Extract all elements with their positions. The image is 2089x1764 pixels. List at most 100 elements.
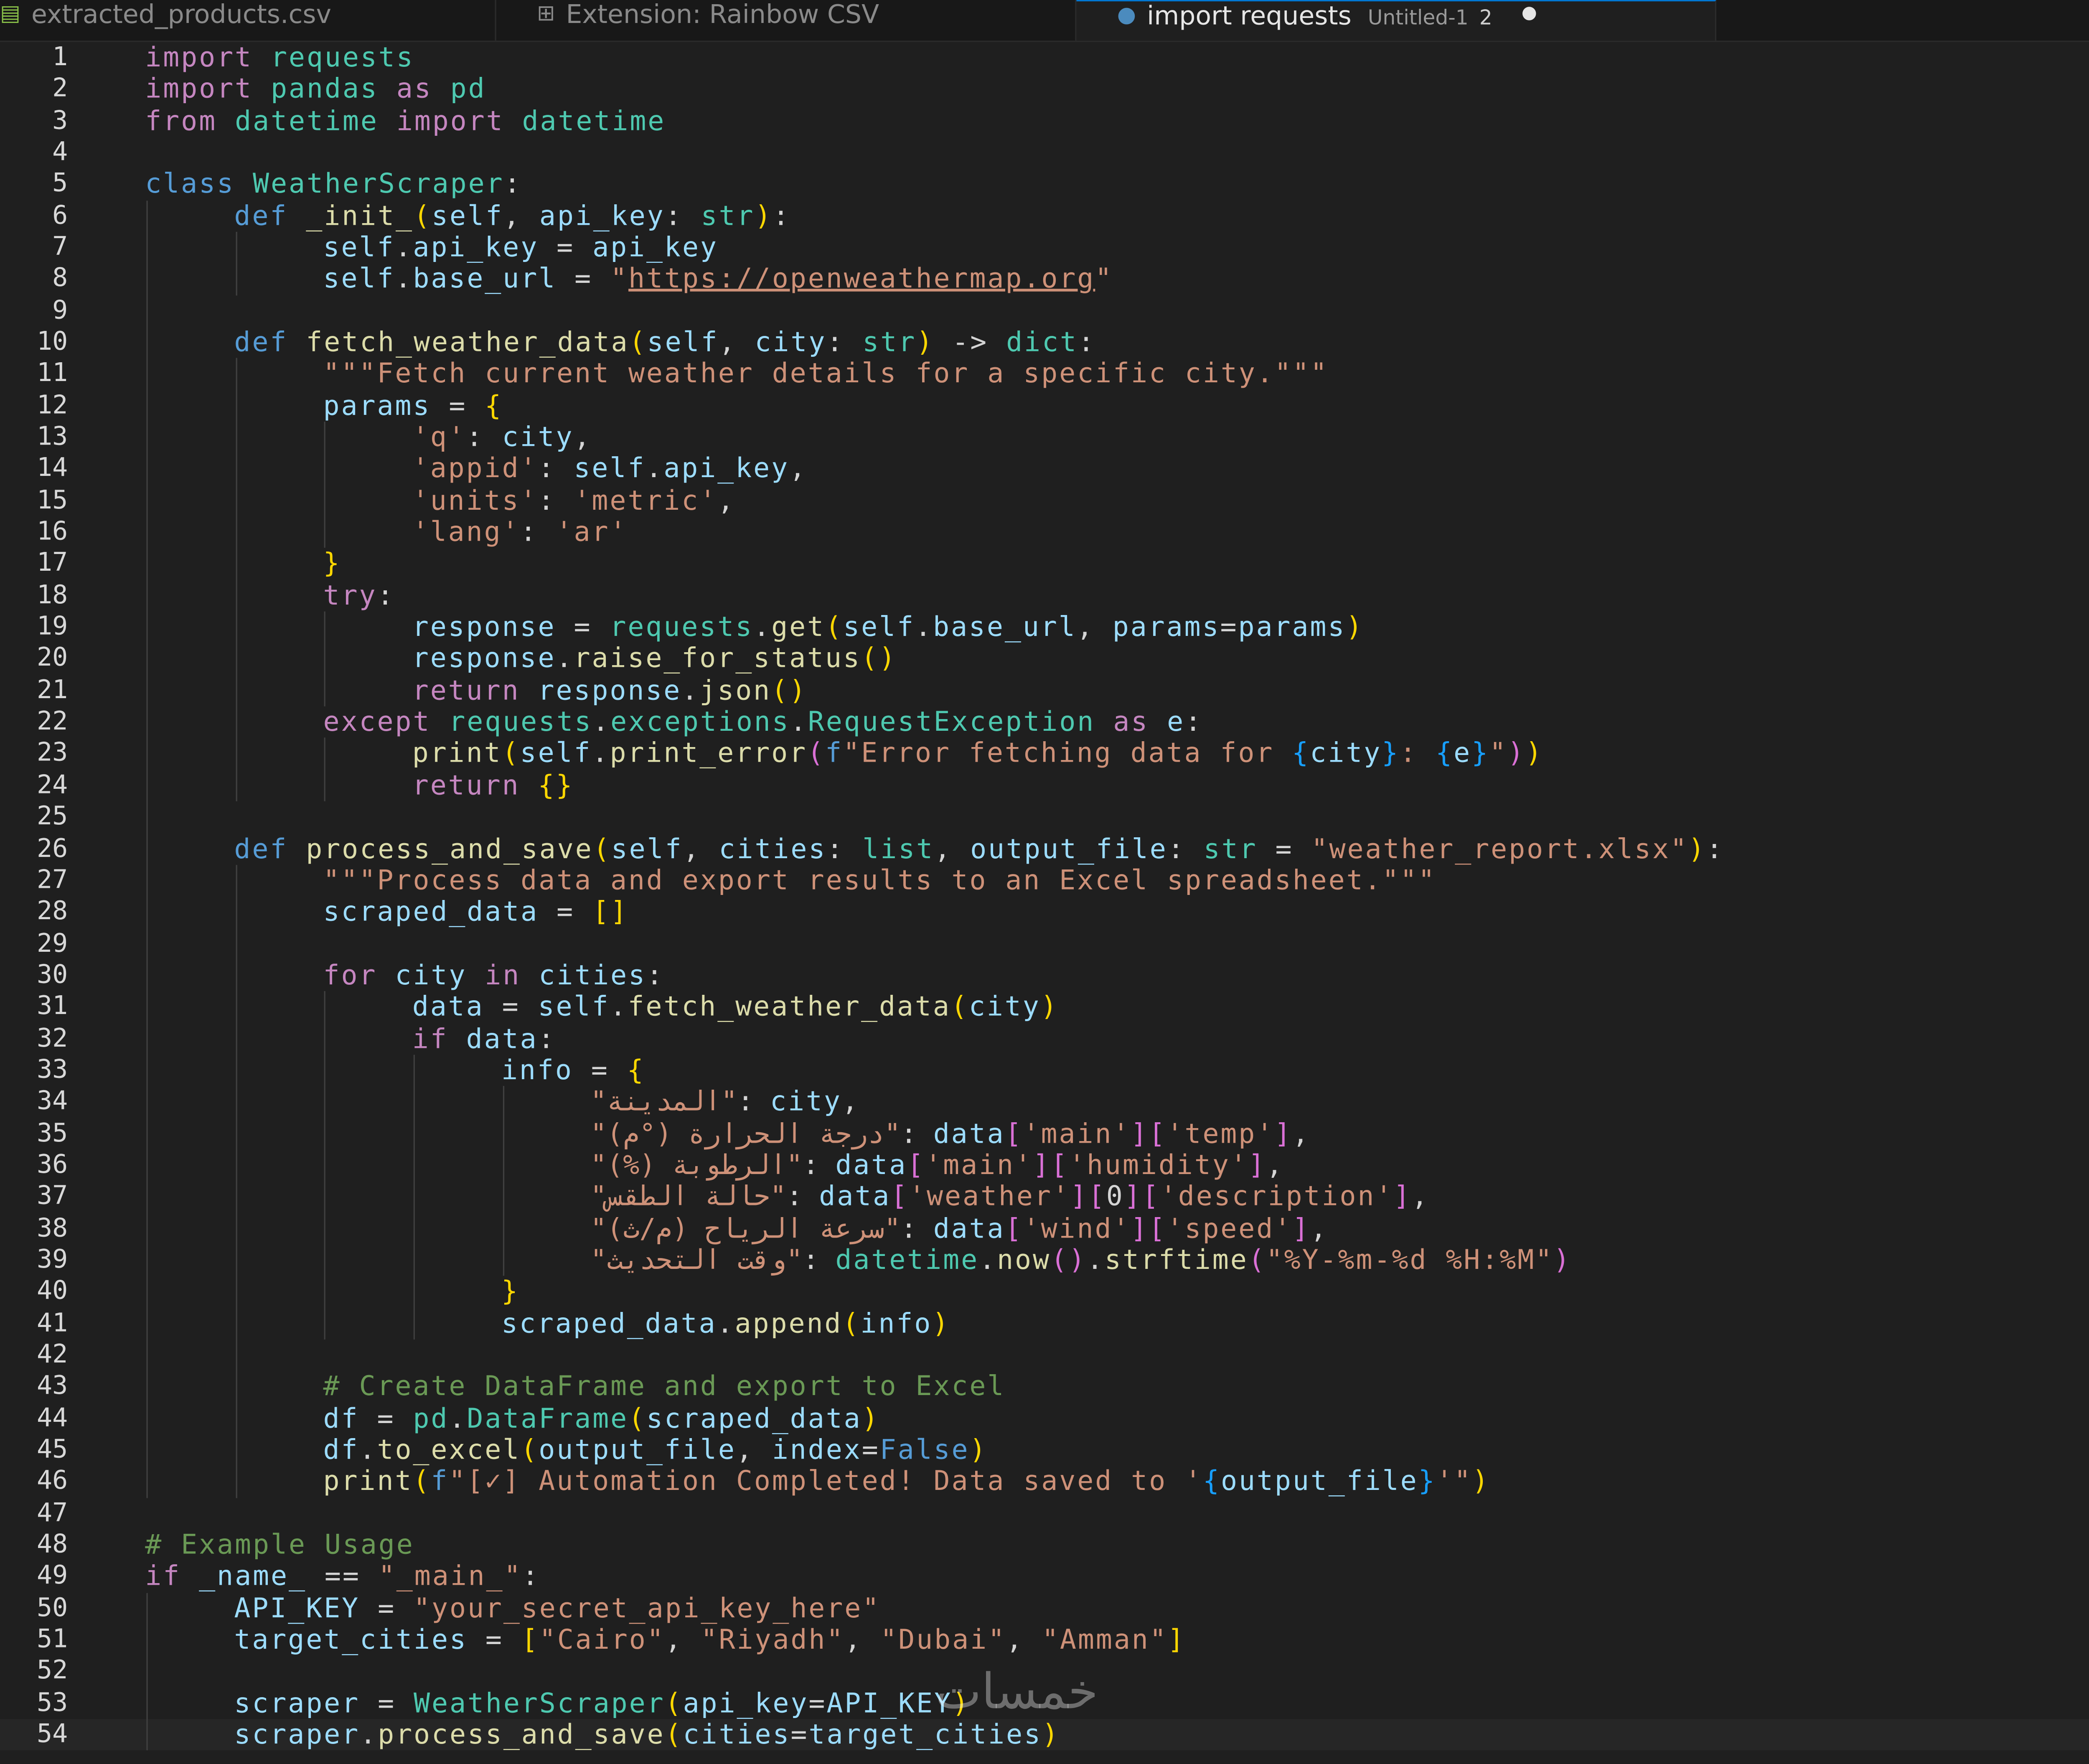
code-line[interactable]: 42 [0, 1340, 2089, 1371]
code-line[interactable]: 26 def process_and_save(self, cities: lis… [0, 831, 2089, 865]
code-token: cities [539, 958, 647, 991]
code-line[interactable]: 49 if _name_ == "_main_": [0, 1560, 2089, 1593]
code-line[interactable]: 37 "حالة الطقس": data['weather'][0]['desc… [0, 1179, 2089, 1213]
code-token: , [717, 483, 736, 516]
code-token: to_excel [377, 1433, 521, 1466]
code-token: import [145, 72, 271, 105]
code-token: : [803, 1148, 836, 1181]
tab-extracted-products[interactable]: ▤ extracted_products.csv [0, 0, 496, 41]
code-token: def [234, 325, 306, 358]
line-number: 38 [36, 1212, 68, 1243]
code-line[interactable]: 32 if data: [0, 1022, 2089, 1055]
code-line[interactable]: 38 "سرعة الرياح (م/ث)": data['wind']['spe… [0, 1212, 2089, 1245]
code-token: list [862, 831, 935, 864]
code-line[interactable]: 24 return {} [0, 769, 2089, 801]
code-line[interactable]: 34 "المدينة": city, [0, 1085, 2089, 1118]
code-line[interactable]: 45 df.to_excel(output_file, index=False) [0, 1434, 2089, 1466]
code-line[interactable]: 31 data = self.fetch_weather_data(city) [0, 990, 2089, 1023]
code-token: "Error fetching data for [843, 737, 1292, 770]
code-line[interactable]: 22 except requests.exceptions.RequestExce… [0, 705, 2089, 738]
code-line[interactable]: 7 self.api_key = api_key [0, 231, 2089, 264]
code-line[interactable]: 4 [0, 137, 2089, 169]
code-token: ( [593, 831, 611, 864]
code-line[interactable]: 48 # Example Usage [0, 1528, 2089, 1561]
code-line[interactable]: 39 "وقت التحديث": datetime.now().strftime… [0, 1243, 2089, 1276]
code-token: f [431, 1464, 449, 1497]
code-token: ] [1167, 1623, 1186, 1656]
code-line[interactable]: 27 """Process data and export results to … [0, 864, 2089, 897]
code-token: "Amman" [1042, 1623, 1168, 1656]
code-line[interactable]: 14 'appid': self.api_key, [0, 452, 2089, 485]
code-line[interactable]: 12 params = { [0, 389, 2089, 422]
code-line[interactable]: 50 API_KEY = "your_secret_api_key_here" [0, 1591, 2089, 1624]
code-token: ] [1274, 1116, 1293, 1149]
code-token: except [323, 705, 449, 738]
code-line[interactable]: 46 print(f"[✓] Automation Completed! Data… [0, 1464, 2089, 1498]
tab-untitled-1[interactable]: ● import requests Untitled-1 2 [1076, 0, 1717, 41]
code-line[interactable]: 44 df = pd.DataFrame(scraped_data) [0, 1402, 2089, 1434]
line-number: 54 [36, 1719, 68, 1749]
code-line[interactable]: 35 "درجة الحرارة (°م)": data['main']['tem… [0, 1116, 2089, 1150]
code-token: ) [1688, 831, 1706, 864]
code-line[interactable]: 17} [0, 547, 2089, 580]
line-number: 17 [36, 548, 68, 578]
code-line[interactable]: 19 response = requests.get(self.base_url,… [0, 610, 2089, 643]
code-line[interactable]: 13 'q': city, [0, 421, 2089, 453]
line-number: 28 [36, 896, 68, 926]
line-number: 52 [36, 1656, 68, 1686]
code-line[interactable]: 5 class WeatherScraper: [0, 168, 2089, 201]
line-number: 48 [36, 1529, 68, 1559]
code-token: self [520, 737, 592, 770]
code-line[interactable]: 9 [0, 295, 2089, 327]
code-token: "[✓] Automation Completed! Data saved to… [449, 1464, 1203, 1497]
code-line[interactable]: 6 def _init_(self, api_key: str): [0, 199, 2089, 232]
code-line[interactable]: 23 print(self.print_error(f"Error fetchin… [0, 737, 2089, 770]
code-text: return response.json() [412, 674, 807, 707]
line-number: 45 [36, 1434, 68, 1464]
code-line[interactable]: 51 target_cities = ["Cairo", "Riyadh", "D… [0, 1623, 2089, 1656]
code-line[interactable]: 2 import pandas as pd [0, 72, 2089, 105]
code-text: def process_and_save(self, cities: list,… [234, 831, 1724, 865]
code-line[interactable]: 33 info = { [0, 1054, 2089, 1086]
code-token: , [719, 325, 755, 358]
code-line[interactable]: 1 import requests [0, 41, 2089, 74]
code-line[interactable]: 8 self.base_url = "https://openweathermap… [0, 263, 2089, 295]
code-token: } [1418, 1464, 1436, 1497]
code-token: . [717, 1306, 735, 1339]
code-token: df [323, 1433, 359, 1466]
code-token: 0 [1106, 1179, 1124, 1212]
code-line[interactable]: 36 "الرطوبة (%)": data['main']['humidity'… [0, 1149, 2089, 1181]
code-line[interactable]: 30 for city in cities: [0, 958, 2089, 991]
tab-extension-rainbow-csv[interactable]: ⊞ Extension: Rainbow CSV [496, 0, 1077, 41]
code-token: WeatherScraper [414, 1686, 665, 1719]
code-line[interactable]: 18 try: [0, 579, 2089, 612]
code-editor[interactable]: 1 import requests 2 import pandas as pd 3 fro… [0, 41, 2089, 1764]
code-token: output_file [539, 1433, 736, 1466]
line-number: 18 [36, 580, 68, 610]
code-line[interactable]: 29 [0, 928, 2089, 960]
line-number: 42 [36, 1339, 68, 1370]
code-line[interactable]: 16 'lang': 'ar' [0, 516, 2089, 549]
code-line[interactable]: 47 [0, 1497, 2089, 1529]
code-line[interactable]: 21 return response.json() [0, 674, 2089, 707]
code-line[interactable]: 54 scraper.process_and_save(cities=target… [0, 1718, 2089, 1751]
code-line[interactable]: 3 from datetime import datetime [0, 104, 2089, 137]
unsaved-dot-icon[interactable] [1522, 7, 1536, 20]
tab-detail: Untitled-1 [1367, 5, 1469, 30]
code-token: json [699, 674, 772, 706]
code-token: () [1050, 1243, 1087, 1276]
code-line[interactable]: 40} [0, 1275, 2089, 1308]
code-line[interactable]: 11 """Fetch current weather details for a… [0, 358, 2089, 390]
code-line[interactable]: 15 'units': 'metric', [0, 483, 2089, 517]
code-line[interactable]: 28 scraped_data = [] [0, 895, 2089, 928]
code-line[interactable]: 20 response.raise_for_status() [0, 642, 2089, 675]
code-token: : [538, 452, 574, 485]
code-line[interactable]: 43 # Create DataFrame and export to Excel [0, 1370, 2089, 1403]
code-token: : [1400, 737, 1436, 770]
code-token: data [835, 1148, 907, 1181]
code-line[interactable]: 25 [0, 801, 2089, 833]
code-token: ( [665, 1718, 683, 1751]
code-token: self [843, 610, 915, 643]
code-line[interactable]: 10 def fetch_weather_data(self, city: str… [0, 325, 2089, 358]
code-line[interactable]: 41 scraped_data.append(info) [0, 1306, 2089, 1340]
